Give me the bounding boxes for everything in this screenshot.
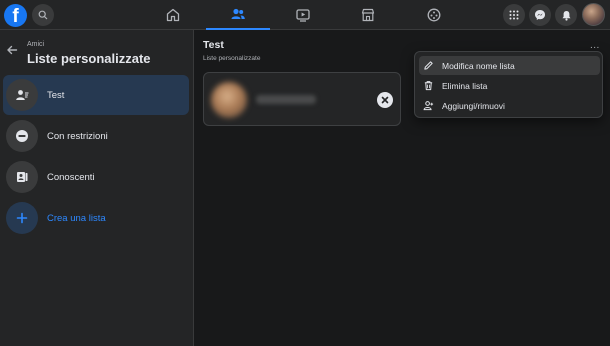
notifications-button[interactable] [555, 4, 577, 26]
nav-tab-home[interactable] [141, 0, 205, 30]
close-icon [381, 96, 389, 104]
pencil-icon [424, 61, 433, 70]
sidebar-item-restricted[interactable]: Con restrizioni [3, 116, 189, 156]
messenger-button[interactable] [529, 4, 551, 26]
search-icon [38, 10, 48, 20]
menu-item-label: Aggiungi/rimuovi [442, 100, 505, 111]
search-button[interactable] [32, 4, 54, 26]
breadcrumb[interactable]: Amici [27, 41, 44, 48]
trash-icon [424, 81, 433, 91]
menu-item-label: Modifica nome lista [442, 60, 515, 71]
profile-avatar[interactable] [582, 3, 605, 26]
menu-item-add-remove[interactable]: Aggiungi/rimuovi [419, 96, 600, 115]
acquaintances-icon [6, 161, 38, 193]
nav-tab-marketplace[interactable] [336, 0, 400, 30]
sidebar-item-test[interactable]: Test [3, 75, 189, 115]
marketplace-icon [361, 8, 375, 22]
menu-button[interactable] [503, 4, 525, 26]
more-options-button[interactable]: ... [590, 40, 600, 51]
gaming-icon [427, 8, 441, 22]
remove-member-button[interactable] [377, 92, 393, 108]
facebook-logo-icon[interactable]: f [4, 4, 27, 27]
video-icon [296, 9, 310, 22]
messenger-icon [535, 10, 545, 20]
friends-icon [231, 8, 245, 19]
menu-item-rename-list[interactable]: Modifica nome lista [419, 56, 600, 75]
member-avatar [211, 82, 247, 118]
member-card[interactable] [203, 72, 401, 126]
nav-tab-gaming[interactable] [402, 0, 466, 30]
person-add-icon [423, 101, 434, 111]
create-list-button[interactable]: Crea una lista [3, 198, 189, 238]
nav-tab-watch[interactable] [271, 0, 335, 30]
page-title: Liste personalizzate [27, 51, 151, 66]
plus-icon [6, 202, 38, 234]
nav-tab-friends[interactable] [206, 0, 270, 30]
list-title: Test [203, 39, 224, 51]
grid-menu-icon [509, 10, 519, 20]
back-arrow-icon[interactable] [6, 44, 18, 56]
top-navigation-bar: f [0, 0, 610, 30]
menu-item-label: Elimina lista [442, 80, 488, 91]
menu-item-delete-list[interactable]: Elimina lista [419, 76, 600, 95]
member-name-blurred [256, 95, 316, 104]
sidebar-item-label: Con restrizioni [47, 130, 108, 142]
bell-icon [562, 10, 570, 21]
sidebar-item-label: Conoscenti [47, 171, 95, 183]
custom-list-icon [6, 79, 38, 111]
list-options-menu: Modifica nome lista Elimina lista Aggiun… [414, 51, 603, 118]
sidebar: Amici Liste personalizzate Test Con rest… [0, 30, 194, 346]
home-icon [166, 8, 180, 22]
sidebar-item-label: Test [47, 89, 65, 101]
sidebar-item-acquaintances[interactable]: Conoscenti [3, 157, 189, 197]
list-subtitle: Liste personalizzate [203, 55, 261, 62]
restricted-icon [6, 120, 38, 152]
create-list-label: Crea una lista [47, 212, 106, 224]
